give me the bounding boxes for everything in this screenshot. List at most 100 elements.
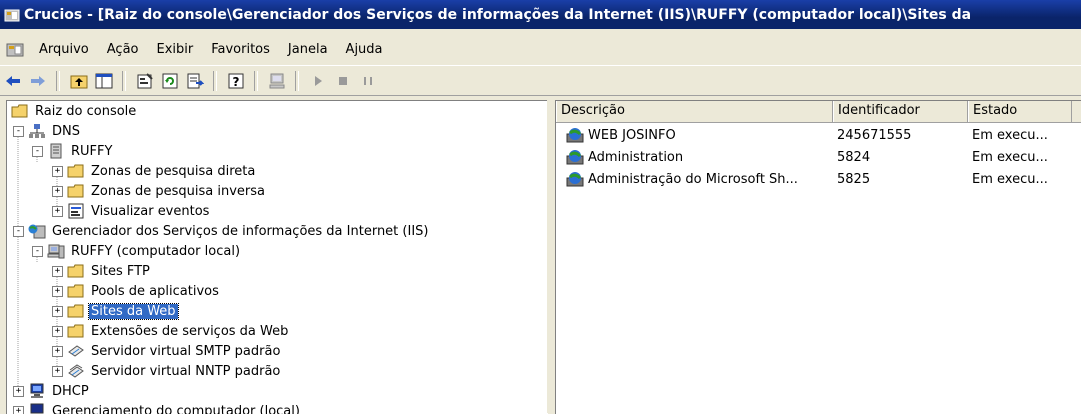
list-item[interactable]: Administration 5824 Em execu...	[556, 146, 1072, 168]
menu-ajuda[interactable]: Ajuda	[337, 40, 392, 59]
svg-text:?: ?	[232, 75, 239, 89]
dns-icon	[28, 123, 46, 139]
pause-button[interactable]	[356, 70, 379, 92]
smtp-icon	[67, 343, 85, 359]
tree-item-label: Pools de aplicativos	[89, 284, 221, 299]
toolbar-separator	[254, 71, 258, 91]
nntp-icon	[67, 363, 85, 379]
column-header-identificador[interactable]: Identificador	[833, 101, 968, 122]
stop-button[interactable]	[331, 70, 354, 92]
tree-item-raiz-do-console[interactable]: Raiz do console	[11, 101, 138, 121]
pane-splitter[interactable]	[547, 100, 555, 413]
expand-toggle[interactable]: +	[52, 286, 63, 297]
site-state: Em execu...	[968, 128, 1072, 143]
menu-favoritos[interactable]: Favoritos	[202, 40, 279, 59]
title-bar[interactable]: Crucios - [Raiz do console\Gerenciador d…	[0, 0, 1081, 29]
column-header-descricao[interactable]: Descrição	[556, 101, 833, 122]
properties-icon	[136, 72, 154, 90]
site-state: Em execu...	[968, 172, 1072, 187]
website-globe-icon	[566, 171, 584, 187]
start-button[interactable]	[306, 70, 329, 92]
pause-icon	[359, 72, 377, 90]
tree-item-gerenciamento-computador[interactable]: + Gerenciamento do computador (local)	[13, 401, 302, 414]
collapse-toggle[interactable]: -	[13, 126, 24, 137]
refresh-icon	[161, 72, 179, 90]
expand-toggle[interactable]: +	[52, 346, 63, 357]
list-item[interactable]: Administração do Microsoft Sh... 5825 Em…	[556, 168, 1072, 190]
collapse-toggle[interactable]: -	[13, 226, 24, 237]
expand-toggle[interactable]: +	[52, 366, 63, 377]
export-list-icon	[186, 72, 204, 90]
forward-button[interactable]	[26, 70, 49, 92]
tree-item-ruffy-dns[interactable]: - RUFFY	[32, 141, 114, 161]
site-state: Em execu...	[968, 150, 1072, 165]
tree-item-sites-da-web[interactable]: + Sites da Web	[52, 301, 178, 321]
dhcp-icon	[28, 383, 46, 399]
window-title: Crucios - [Raiz do console\Gerenciador d…	[24, 7, 971, 23]
back-button[interactable]	[1, 70, 24, 92]
expand-toggle[interactable]: +	[52, 186, 63, 197]
play-icon	[309, 72, 327, 90]
console-tree[interactable]: Raiz do console - DNS - RUFFY + Zonas de…	[6, 100, 548, 414]
menu-bar: Arquivo Ação Exibir Favoritos Janela Aju…	[0, 35, 1081, 63]
tree-item-dhcp[interactable]: + DHCP	[13, 381, 91, 401]
up-one-level-button[interactable]	[67, 70, 90, 92]
tree-item-visualizar-eventos[interactable]: + Visualizar eventos	[52, 201, 211, 221]
expand-toggle[interactable]: +	[13, 386, 24, 397]
menu-janela[interactable]: Janela	[279, 40, 337, 59]
menu-exibir[interactable]: Exibir	[148, 40, 203, 59]
tree-item-smtp[interactable]: + Servidor virtual SMTP padrão	[52, 341, 282, 361]
computer-management-icon	[28, 403, 46, 414]
expand-toggle[interactable]: +	[52, 266, 63, 277]
tree-item-nntp[interactable]: + Servidor virtual NNTP padrão	[52, 361, 282, 381]
tree-item-extensoes-servicos[interactable]: + Extensões de serviços da Web	[52, 321, 290, 341]
tree-item-label: DNS	[50, 124, 82, 139]
tree-item-pools-aplicativos[interactable]: + Pools de aplicativos	[52, 281, 221, 301]
tree-item-zonas-inversa[interactable]: + Zonas de pesquisa inversa	[52, 181, 267, 201]
folder-icon	[67, 163, 85, 179]
connect-computer-button[interactable]	[265, 70, 288, 92]
expand-toggle[interactable]: +	[52, 206, 63, 217]
expand-toggle[interactable]: +	[52, 306, 63, 317]
website-globe-icon	[566, 149, 584, 165]
show-tree-icon	[95, 72, 113, 90]
toolbar-separator	[56, 71, 60, 91]
site-description: Administration	[588, 150, 683, 165]
toolbar: ?	[0, 65, 1081, 96]
menu-acao[interactable]: Ação	[98, 40, 148, 59]
expand-toggle[interactable]: +	[52, 326, 63, 337]
site-identifier: 5825	[833, 172, 968, 187]
properties-button[interactable]	[133, 70, 156, 92]
site-description: Administração do Microsoft Sh...	[588, 172, 798, 187]
tree-item-iis-manager[interactable]: - Gerenciador dos Serviços de informaçõe…	[13, 221, 430, 241]
menu-arquivo[interactable]: Arquivo	[30, 40, 98, 59]
export-list-button[interactable]	[183, 70, 206, 92]
back-icon	[4, 72, 22, 90]
folder-icon	[67, 283, 85, 299]
tree-item-label: Gerenciador dos Serviços de informações …	[50, 224, 430, 239]
tree-item-label: Raiz do console	[33, 104, 138, 119]
up-folder-icon	[70, 72, 88, 90]
folder-icon	[67, 303, 85, 319]
tree-item-label: Visualizar eventos	[89, 204, 211, 219]
collapse-toggle[interactable]: -	[32, 246, 43, 257]
tree-item-label: Sites da Web	[89, 304, 178, 319]
tree-item-zonas-direta[interactable]: + Zonas de pesquisa direta	[52, 161, 257, 181]
tree-item-label: Sites FTP	[89, 264, 152, 279]
details-list[interactable]: Descrição Identificador Estado WEB JOSIN…	[555, 100, 1081, 414]
forward-icon	[29, 72, 47, 90]
tree-item-sites-ftp[interactable]: + Sites FTP	[52, 261, 152, 281]
collapse-toggle[interactable]: -	[32, 146, 43, 157]
toolbar-separator	[213, 71, 217, 91]
list-item[interactable]: WEB JOSINFO 245671555 Em execu...	[556, 124, 1072, 146]
expand-toggle[interactable]: +	[52, 166, 63, 177]
tree-item-dns[interactable]: - DNS	[13, 121, 82, 141]
column-header-estado[interactable]: Estado	[968, 101, 1072, 122]
column-headers: Descrição Identificador Estado	[556, 101, 1081, 123]
tree-item-ruffy-local[interactable]: - RUFFY (computador local)	[32, 241, 242, 261]
refresh-button[interactable]	[158, 70, 181, 92]
website-globe-icon	[566, 127, 584, 143]
mmc-menu-icon[interactable]	[6, 40, 24, 58]
show-hide-tree-button[interactable]	[92, 70, 115, 92]
help-button[interactable]: ?	[224, 70, 247, 92]
